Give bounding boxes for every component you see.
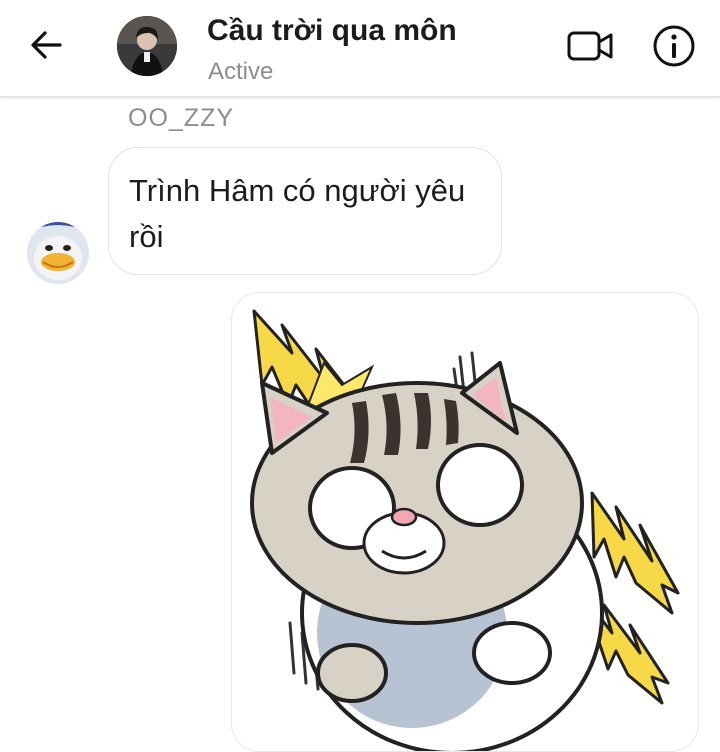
chat-header: Cầu trời qua môn Active <box>0 0 720 98</box>
message-bubble[interactable]: Trình Hâm có người yêu rồi <box>108 147 502 275</box>
active-status: Active <box>208 58 274 85</box>
chat-title[interactable]: Cầu trời qua môn <box>207 14 457 48</box>
sender-name: OO_ZZY <box>128 104 235 132</box>
message-text: Trình Hâm có người yêu rồi <box>129 173 466 254</box>
sender-avatar[interactable] <box>27 222 89 284</box>
shocked-cat-sticker-image <box>250 309 680 751</box>
contact-avatar[interactable] <box>117 16 177 76</box>
video-camera-icon[interactable] <box>565 26 617 66</box>
duck-avatar-image <box>27 222 89 284</box>
contact-avatar-image <box>117 16 177 76</box>
shocked-cat-sticker[interactable] <box>231 292 699 752</box>
back-arrow-icon[interactable] <box>24 22 70 68</box>
info-icon[interactable] <box>650 22 698 70</box>
